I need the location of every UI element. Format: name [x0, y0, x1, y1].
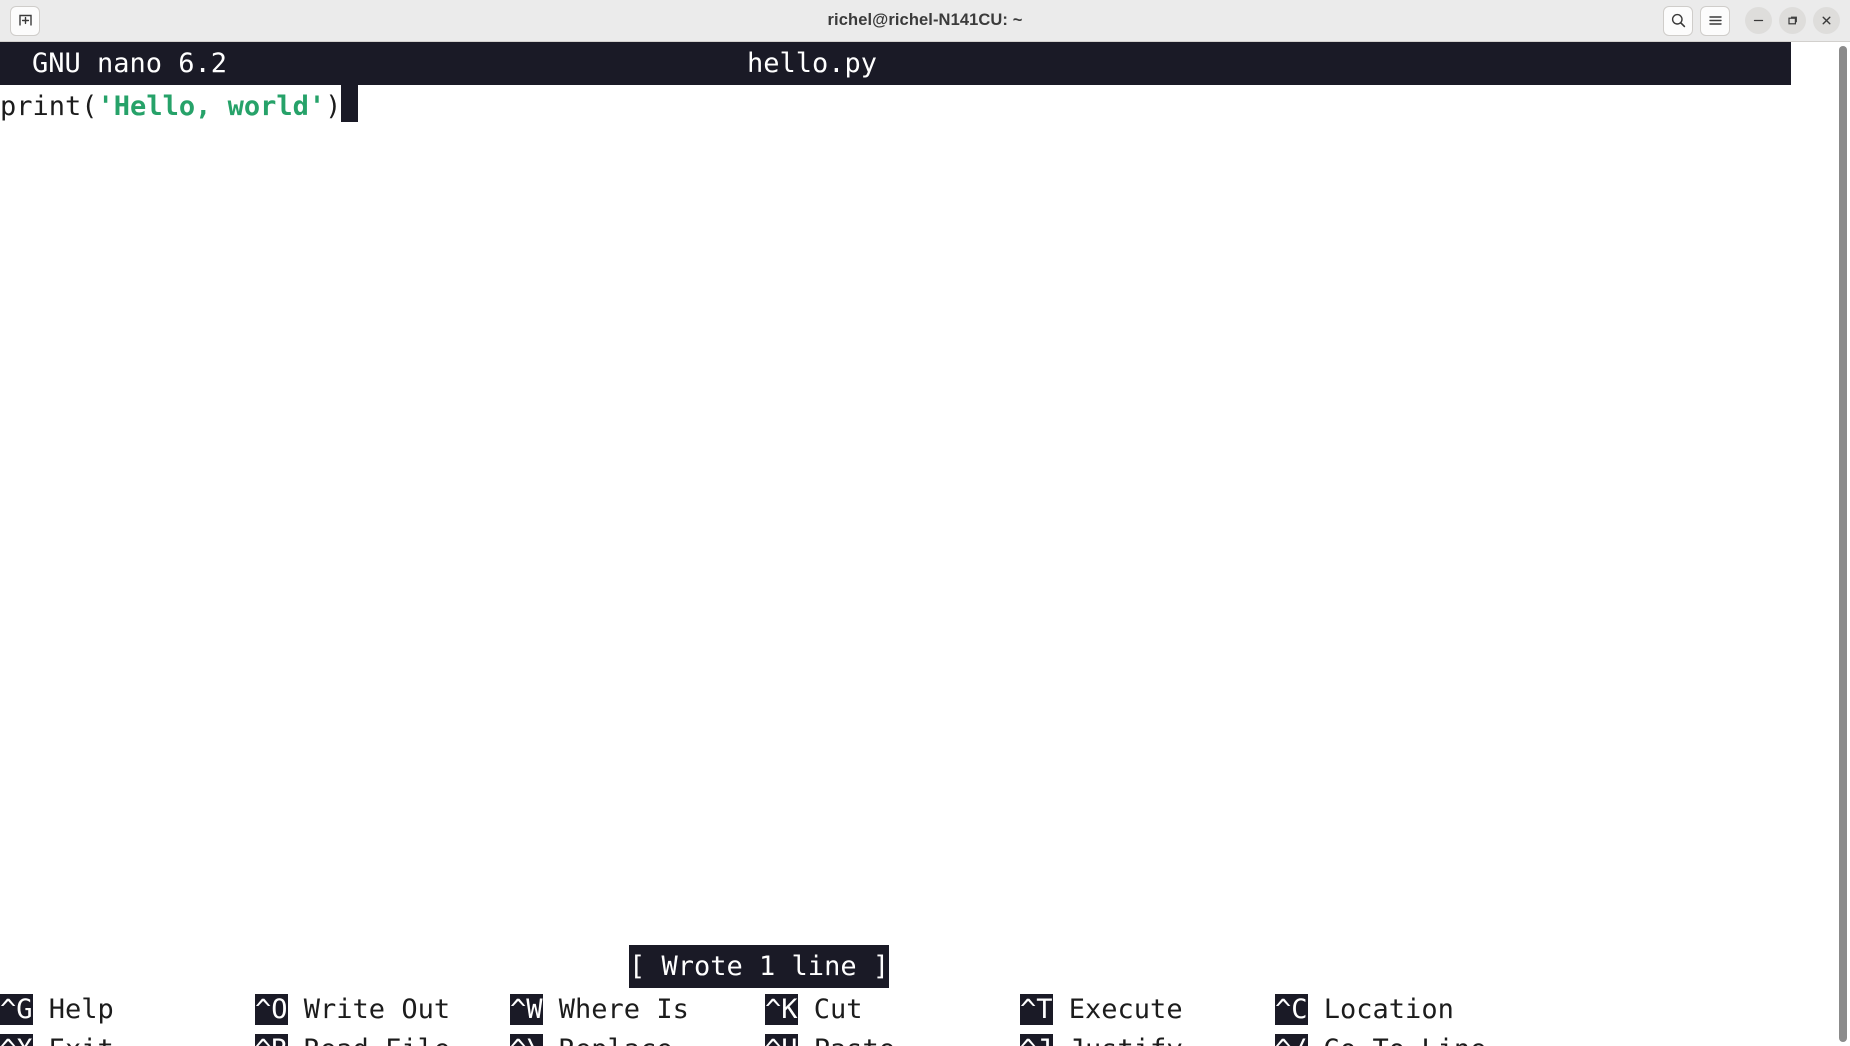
terminal-window: richel@richel-N141CU: ~ GNU nano 6.2 hel… — [0, 0, 1850, 1046]
shortcut-cut-key: ^K — [765, 994, 798, 1025]
shortcut-where-is-key: ^W — [510, 994, 543, 1025]
shortcut-location-label: Location — [1323, 994, 1454, 1025]
nano-filename: hello.py — [747, 48, 878, 79]
terminal-content[interactable]: GNU nano 6.2 hello.py print('Hello, worl… — [0, 42, 1850, 1046]
shortcut-exit-key: ^X — [0, 1034, 33, 1046]
shortcut-row-1: ^G Help ^O Write Out ^W Where Is ^K Cut … — [0, 988, 1791, 1031]
shortcut-replace[interactable]: ^\ Replace — [510, 1028, 673, 1046]
shortcut-read-file[interactable]: ^R Read File — [255, 1028, 450, 1046]
shortcut-paste[interactable]: ^U Paste — [765, 1028, 895, 1046]
window-title: richel@richel-N141CU: ~ — [827, 11, 1023, 29]
minimize-icon — [1751, 13, 1766, 28]
editor-line-1[interactable]: print('Hello, world') — [0, 85, 358, 128]
nano-app-title: GNU nano 6.2 — [32, 48, 228, 79]
shortcut-help-label: Help — [48, 994, 114, 1025]
shortcut-read-file-key: ^R — [255, 1034, 288, 1046]
shortcut-write-out-key: ^O — [255, 994, 288, 1025]
text-cursor — [341, 85, 358, 122]
close-icon — [1819, 13, 1834, 28]
shortcut-where-is[interactable]: ^W Where Is — [510, 988, 689, 1031]
shortcut-location[interactable]: ^C Location — [1275, 988, 1454, 1031]
shortcut-paste-key: ^U — [765, 1034, 798, 1046]
shortcut-row-2: ^X Exit ^R Read File ^\ Replace ^U Paste… — [0, 1028, 1791, 1046]
shortcut-replace-key: ^\ — [510, 1034, 543, 1046]
shortcut-execute[interactable]: ^T Execute — [1020, 988, 1183, 1031]
terminal-scrollbar[interactable] — [1836, 42, 1850, 1046]
new-tab-button[interactable] — [10, 5, 40, 36]
shortcut-help-key: ^G — [0, 994, 33, 1025]
shortcut-justify-label: Justify — [1069, 1034, 1183, 1046]
shortcut-go-to-line[interactable]: ^/ Go To Line — [1275, 1028, 1486, 1046]
title-bar: richel@richel-N141CU: ~ — [0, 0, 1850, 42]
status-message: [ Wrote 1 line ] — [629, 945, 890, 988]
titlebar-right-controls — [1663, 5, 1840, 36]
shortcut-execute-key: ^T — [1020, 994, 1053, 1025]
maximize-icon — [1785, 13, 1800, 28]
nano-shortcut-bar: ^G Help ^O Write Out ^W Where Is ^K Cut … — [0, 988, 1791, 1046]
nano-title-bar: GNU nano 6.2 hello.py — [0, 42, 1791, 85]
shortcut-cut-label: Cut — [813, 994, 863, 1025]
shortcut-where-is-label: Where Is — [558, 994, 689, 1025]
shortcut-replace-label: Replace — [559, 1034, 673, 1046]
search-button[interactable] — [1663, 5, 1693, 36]
shortcut-execute-label: Execute — [1068, 994, 1183, 1025]
titlebar-left-controls — [10, 5, 40, 36]
shortcut-justify[interactable]: ^J Justify — [1020, 1028, 1183, 1046]
code-token-call: print( — [0, 91, 98, 122]
shortcut-write-out-label: Write Out — [303, 994, 451, 1025]
shortcut-justify-key: ^J — [1020, 1034, 1053, 1046]
shortcut-cut[interactable]: ^K Cut — [765, 988, 863, 1031]
hamburger-menu-icon — [1707, 12, 1724, 29]
shortcut-go-to-line-key: ^/ — [1275, 1034, 1308, 1046]
nano-status-line: [ Wrote 1 line ] — [0, 945, 1791, 988]
shortcut-help[interactable]: ^G Help — [0, 988, 114, 1031]
menu-button[interactable] — [1700, 5, 1730, 36]
code-token-string: 'Hello, world' — [97, 91, 326, 122]
shortcut-exit[interactable]: ^X Exit — [0, 1028, 114, 1046]
new-tab-icon — [17, 12, 34, 29]
shortcut-location-key: ^C — [1275, 994, 1308, 1025]
minimize-button[interactable] — [1745, 7, 1772, 34]
close-button[interactable] — [1813, 7, 1840, 34]
shortcut-go-to-line-label: Go To Line — [1324, 1034, 1487, 1046]
shortcut-paste-label: Paste — [814, 1034, 895, 1046]
maximize-button[interactable] — [1779, 7, 1806, 34]
code-token-close-paren: ) — [325, 91, 342, 122]
shortcut-write-out[interactable]: ^O Write Out — [255, 988, 450, 1031]
shortcut-read-file-label: Read File — [304, 1034, 450, 1046]
scrollbar-thumb[interactable] — [1839, 46, 1847, 1042]
search-icon — [1670, 12, 1687, 29]
shortcut-exit-label: Exit — [49, 1034, 114, 1046]
